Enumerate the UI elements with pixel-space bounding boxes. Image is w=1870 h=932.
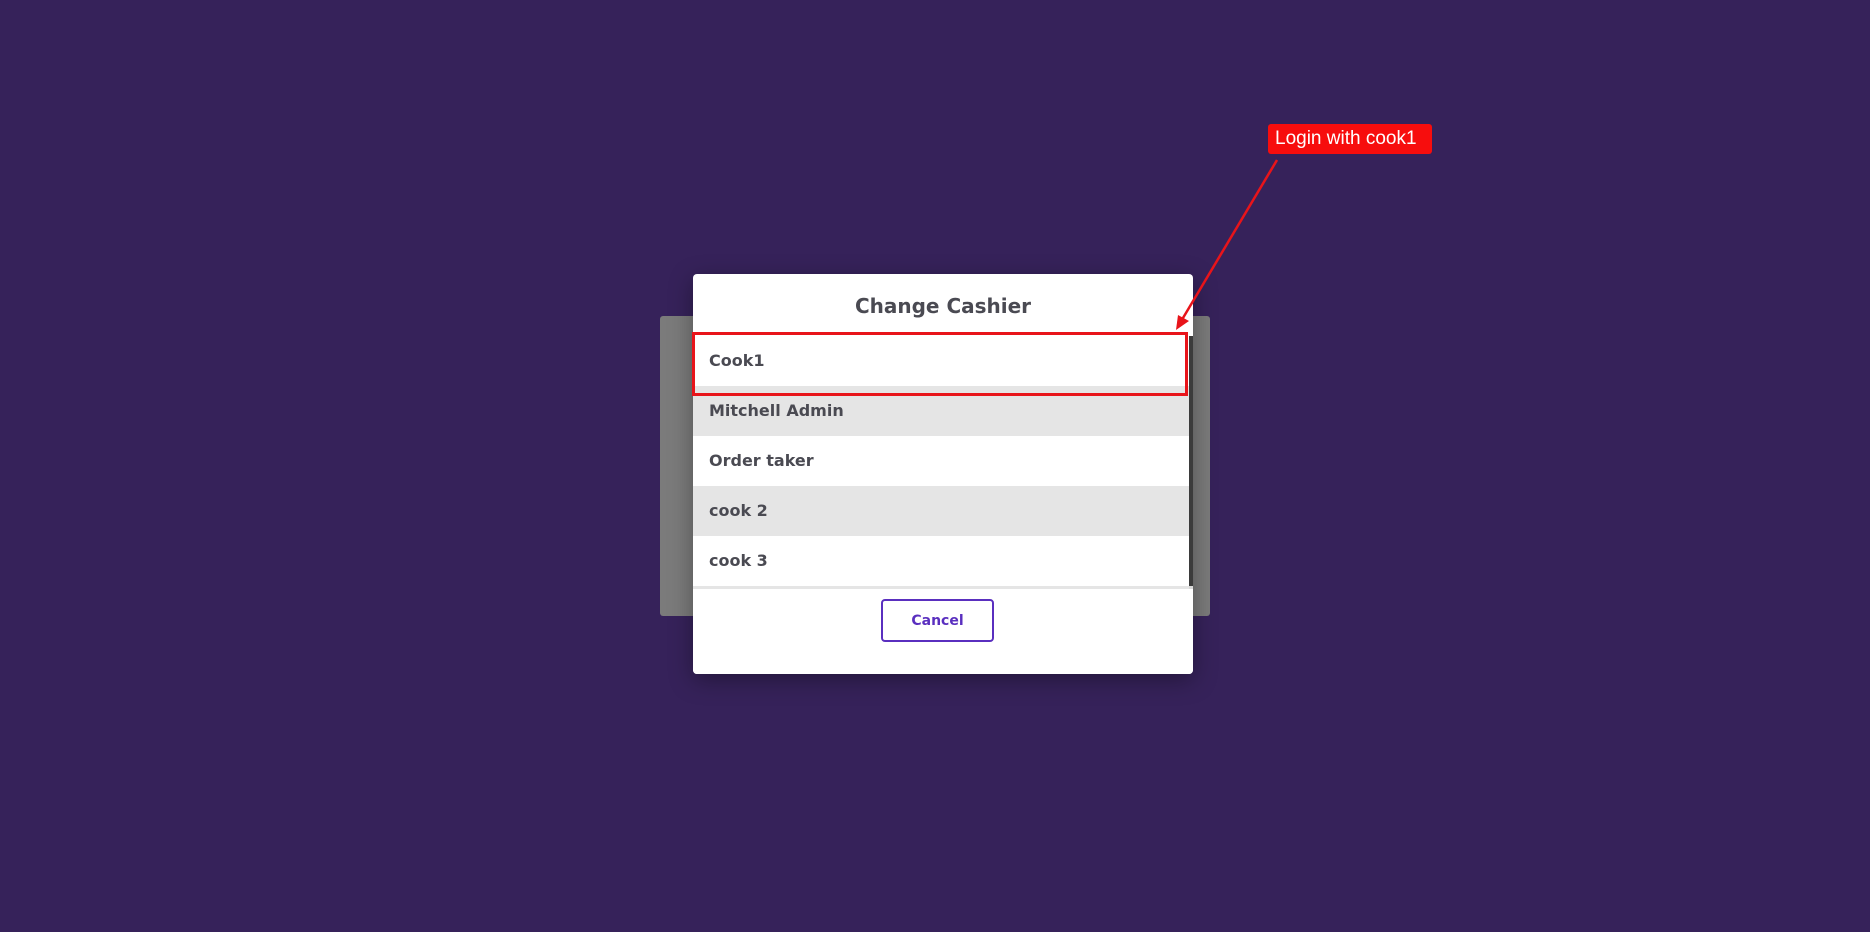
dialog-title: Change Cashier <box>854 294 1032 318</box>
stage: Change Cashier Cook1 Mitchell Admin Orde… <box>0 0 1870 932</box>
dialog-footer: Cancel <box>693 589 1193 674</box>
cashier-item-cook-2[interactable]: cook 2 <box>693 486 1189 536</box>
change-cashier-dialog: Change Cashier Cook1 Mitchell Admin Orde… <box>693 274 1193 674</box>
cashier-item-cook-3[interactable]: cook 3 <box>693 536 1189 586</box>
scrollbar-thumb[interactable] <box>1189 336 1193 586</box>
cashier-list[interactable]: Cook1 Mitchell Admin Order taker cook 2 … <box>693 336 1193 589</box>
cancel-button[interactable]: Cancel <box>881 599 994 642</box>
cashier-item-cook1[interactable]: Cook1 <box>693 336 1189 386</box>
annotation-callout: Login with cook1 <box>1268 124 1432 154</box>
list-scrollbar[interactable] <box>1189 336 1193 589</box>
cashier-item-order-taker[interactable]: Order taker <box>693 436 1189 486</box>
cashier-list-items: Cook1 Mitchell Admin Order taker cook 2 … <box>693 336 1189 589</box>
cashier-item-mitchell-admin[interactable]: Mitchell Admin <box>693 386 1189 436</box>
